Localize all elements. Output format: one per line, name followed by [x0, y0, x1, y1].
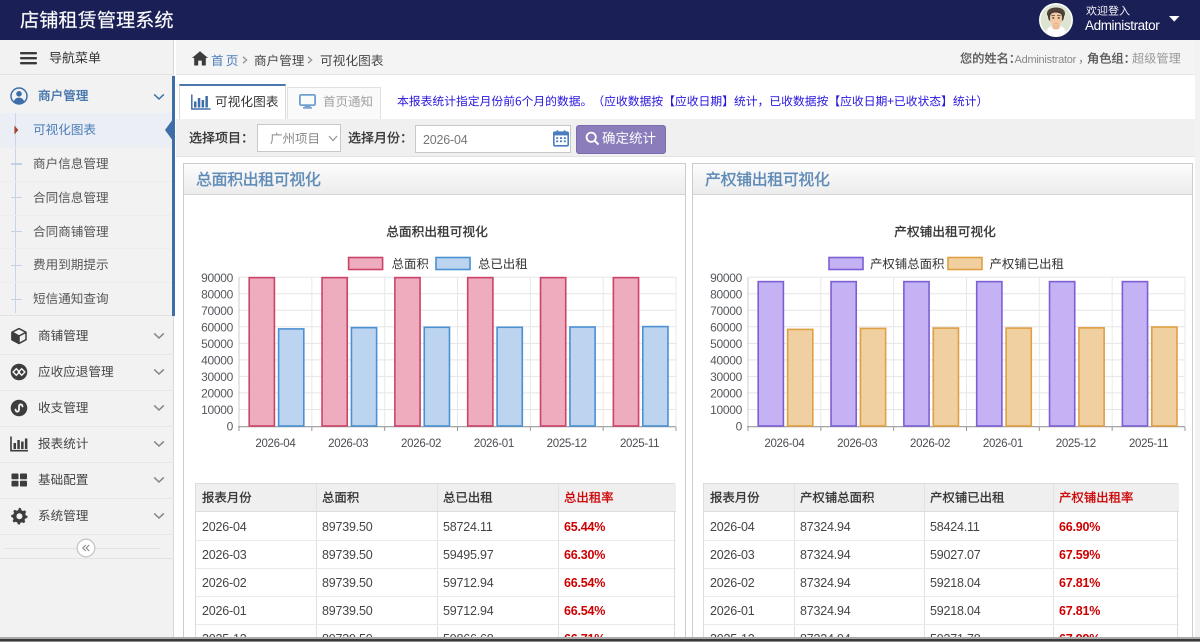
svg-text:70000: 70000 — [201, 304, 233, 318]
svg-text:10000: 10000 — [201, 403, 233, 417]
svg-text:40000: 40000 — [201, 354, 233, 368]
svg-text:40000: 40000 — [710, 354, 742, 368]
svg-text:2026-02: 2026-02 — [401, 438, 441, 450]
svg-text:90000: 90000 — [710, 271, 742, 285]
svg-text:2025-11: 2025-11 — [620, 438, 659, 450]
svg-text:2025-11: 2025-11 — [1129, 438, 1168, 450]
svg-text:2026-03: 2026-03 — [837, 438, 877, 450]
svg-text:20000: 20000 — [710, 387, 742, 401]
svg-text:60000: 60000 — [201, 321, 233, 335]
svg-text:2026-04: 2026-04 — [764, 438, 805, 450]
svg-text:10000: 10000 — [710, 403, 742, 417]
svg-text:30000: 30000 — [201, 370, 233, 384]
svg-text:2026-03: 2026-03 — [328, 438, 368, 450]
svg-text:0: 0 — [227, 420, 234, 434]
svg-text:80000: 80000 — [201, 287, 233, 301]
svg-text:60000: 60000 — [710, 321, 742, 335]
svg-text:50000: 50000 — [201, 337, 233, 351]
svg-text:2025-12: 2025-12 — [1056, 438, 1096, 450]
svg-text:2026-01: 2026-01 — [983, 438, 1023, 450]
svg-text:20000: 20000 — [201, 387, 233, 401]
svg-text:30000: 30000 — [710, 370, 742, 384]
svg-text:2025-12: 2025-12 — [547, 438, 587, 450]
svg-text:2026-04: 2026-04 — [255, 438, 296, 450]
svg-text:70000: 70000 — [710, 304, 742, 318]
svg-text:90000: 90000 — [201, 271, 233, 285]
svg-text:2026-01: 2026-01 — [474, 438, 514, 450]
svg-text:2026-02: 2026-02 — [910, 438, 950, 450]
svg-text:80000: 80000 — [710, 287, 742, 301]
svg-text:50000: 50000 — [710, 337, 742, 351]
svg-text:0: 0 — [736, 420, 743, 434]
